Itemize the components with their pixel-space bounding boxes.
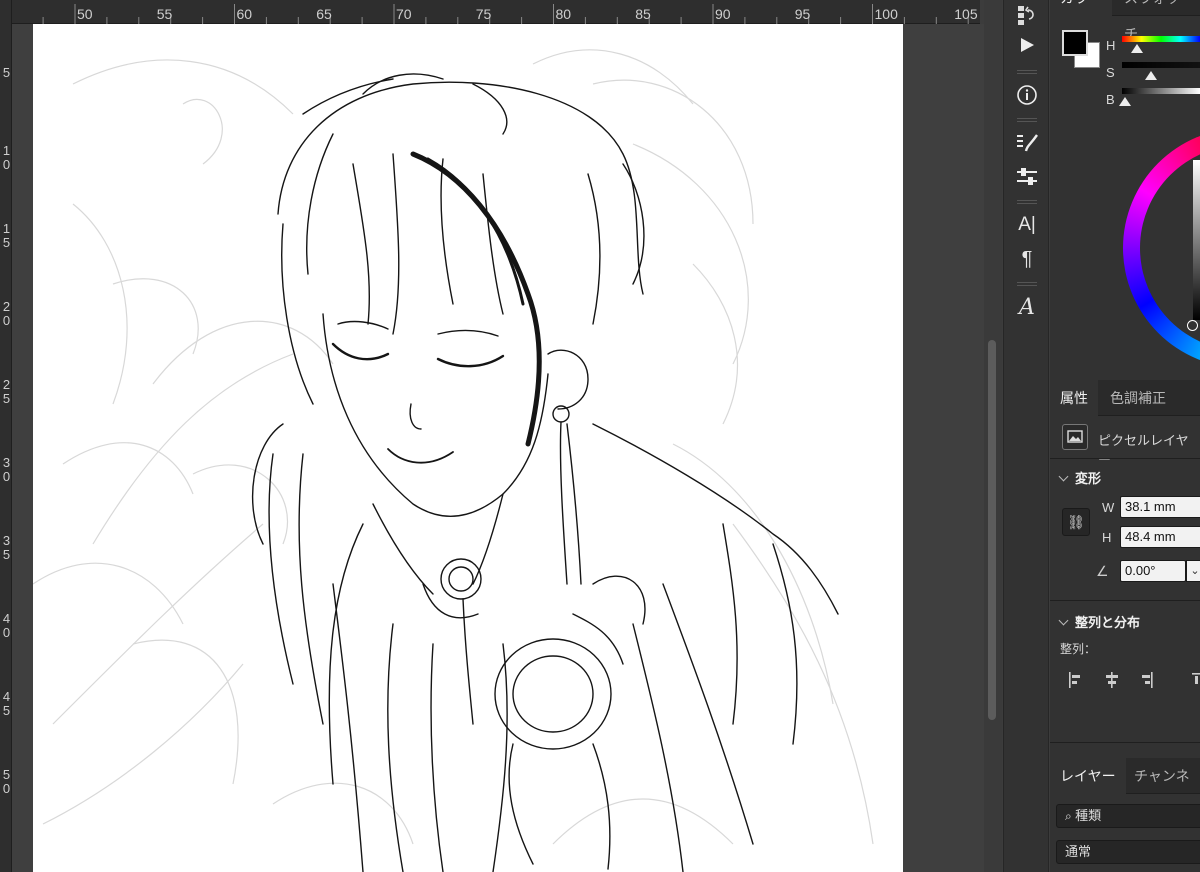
character-icon[interactable]: A|	[1012, 210, 1042, 240]
divider	[1050, 600, 1200, 601]
width-label: W	[1102, 500, 1115, 515]
info-icon[interactable]	[1012, 80, 1042, 110]
height-field[interactable]: 48.4 mm	[1120, 526, 1200, 548]
adjustments-icon[interactable]	[1012, 162, 1042, 192]
ruler-label: 100	[874, 6, 898, 22]
divider	[1050, 458, 1200, 459]
layers-panel-tabs: レイヤー チャンネル	[1050, 758, 1200, 820]
align-horizontal-centers-icon[interactable]	[1102, 670, 1122, 690]
panel-grip[interactable]	[1017, 282, 1037, 286]
saturation-slider-thumb[interactable]	[1144, 71, 1157, 80]
blend-mode-value: 通常	[1065, 844, 1092, 859]
saturation-label: S	[1106, 65, 1115, 80]
rough-sketch-layer	[33, 49, 874, 845]
transform-section-header[interactable]: 変形	[1058, 468, 1102, 487]
history-icon[interactable]	[1012, 0, 1042, 30]
width-field[interactable]: 38.1 mm	[1120, 496, 1200, 518]
vertical-scrollbar[interactable]	[984, 0, 1002, 872]
brush-settings-icon[interactable]	[1012, 128, 1042, 158]
document-canvas[interactable]	[33, 24, 903, 872]
align-left-edges-icon[interactable]	[1066, 670, 1086, 690]
height-label: H	[1102, 530, 1112, 545]
panel-grip[interactable]	[1017, 200, 1037, 204]
panel-icon-strip: A| ¶ A	[1003, 0, 1049, 872]
hue-slider-thumb[interactable]	[1130, 44, 1143, 53]
pixel-layer-icon	[1062, 424, 1088, 450]
tab-channels[interactable]: チャンネル	[1124, 758, 1200, 820]
tab-layers[interactable]: レイヤー	[1050, 758, 1126, 794]
ruler-label: 2 0	[2, 299, 11, 328]
align-top-edges-icon[interactable]	[1190, 670, 1200, 690]
ruler-label: 4 5	[2, 689, 11, 718]
angle-dropdown-button[interactable]: ⌄	[1186, 560, 1200, 582]
align-right-edges-icon[interactable]	[1136, 670, 1156, 690]
ruler-label: 3 0	[2, 455, 11, 484]
ruler-label: 55	[156, 6, 173, 22]
tab-swatches[interactable]: スウォッチ	[1114, 0, 1200, 42]
vertical-ruler: 5 1 0 1 5 2 0 2 5 3 0 3 5 4 0 4 5 5 0	[0, 0, 12, 872]
ruler-label: 80	[555, 6, 572, 22]
play-icon[interactable]	[1012, 30, 1042, 60]
ruler-label: 2 5	[2, 377, 11, 406]
ruler-label: 5 0	[2, 767, 11, 796]
hue-slider[interactable]	[1122, 36, 1200, 42]
blend-mode-dropdown[interactable]: 通常	[1056, 840, 1200, 864]
hue-label: H	[1106, 38, 1116, 53]
transform-section-title: 変形	[1075, 471, 1102, 486]
ruler-label: 1 5	[2, 221, 11, 250]
sketch-drawing	[33, 49, 874, 872]
align-section-header[interactable]: 整列と分布	[1058, 612, 1141, 631]
layer-type-label: ピクセルレイヤー	[1098, 433, 1189, 467]
foreground-color-swatch[interactable]	[1062, 30, 1088, 56]
right-panel: カラー スウォッチ H S B 属性 色調補正 ピクセルレイヤー 変形 ⛓ W	[1050, 0, 1200, 872]
ruler-label: 60	[236, 6, 253, 22]
divider	[1050, 742, 1200, 743]
ruler-label: 105	[954, 6, 978, 22]
ruler-label: 50	[77, 6, 93, 22]
tab-color[interactable]: カラー	[1050, 0, 1112, 16]
brightness-strip	[1193, 160, 1200, 320]
color-panel-tabs: カラー スウォッチ	[1050, 0, 1200, 42]
align-label: 整列：	[1060, 642, 1097, 656]
brightness-label: B	[1106, 92, 1115, 107]
angle-icon: ∠	[1096, 563, 1109, 579]
panel-grip[interactable]	[1017, 118, 1037, 122]
ruler-label: 75	[475, 6, 492, 22]
ruler-label: 1 0	[2, 143, 11, 172]
link-dimensions-icon[interactable]: ⛓	[1062, 508, 1090, 536]
properties-panel-tabs: 属性 色調補正	[1050, 380, 1200, 416]
color-picker-marker[interactable]	[1187, 320, 1198, 331]
filter-kind-label: 種類	[1075, 808, 1102, 823]
scrollbar-thumb[interactable]	[988, 340, 996, 720]
ruler-label: 85	[635, 6, 651, 22]
tab-properties[interactable]: 属性	[1050, 380, 1098, 416]
panel-grip[interactable]	[1017, 70, 1037, 74]
ruler-label: 4 0	[2, 611, 11, 640]
color-wheel[interactable]	[1123, 128, 1200, 368]
ruler-label: 65	[316, 6, 332, 22]
ruler-label: 70	[396, 6, 412, 22]
photoshop-window: 50 55 60 65 70 75 80 85 90 95 100 105 5 1 0 1 5 2 0 2 5…	[0, 0, 1200, 872]
brightness-slider[interactable]	[1122, 88, 1200, 94]
ruler-label: 90	[715, 6, 731, 22]
tab-adjustments[interactable]: 色調補正	[1100, 380, 1176, 416]
paragraph-icon[interactable]: ¶	[1012, 244, 1042, 274]
glyphs-icon[interactable]: A	[1012, 292, 1042, 322]
ruler-label: 5	[2, 65, 11, 80]
brightness-slider-thumb[interactable]	[1119, 97, 1132, 106]
ruler-label: 3 5	[2, 533, 11, 562]
saturation-slider[interactable]	[1122, 62, 1200, 68]
search-icon: ⌕	[1065, 809, 1076, 823]
align-section-title: 整列と分布	[1075, 615, 1141, 630]
horizontal-ruler: 50 55 60 65 70 75 80 85 90 95 100 105	[0, 0, 980, 24]
layer-filter-dropdown[interactable]: ⌕ 種類	[1056, 804, 1200, 828]
ruler-label: 95	[794, 6, 811, 22]
angle-field[interactable]: 0.00°	[1120, 560, 1186, 582]
